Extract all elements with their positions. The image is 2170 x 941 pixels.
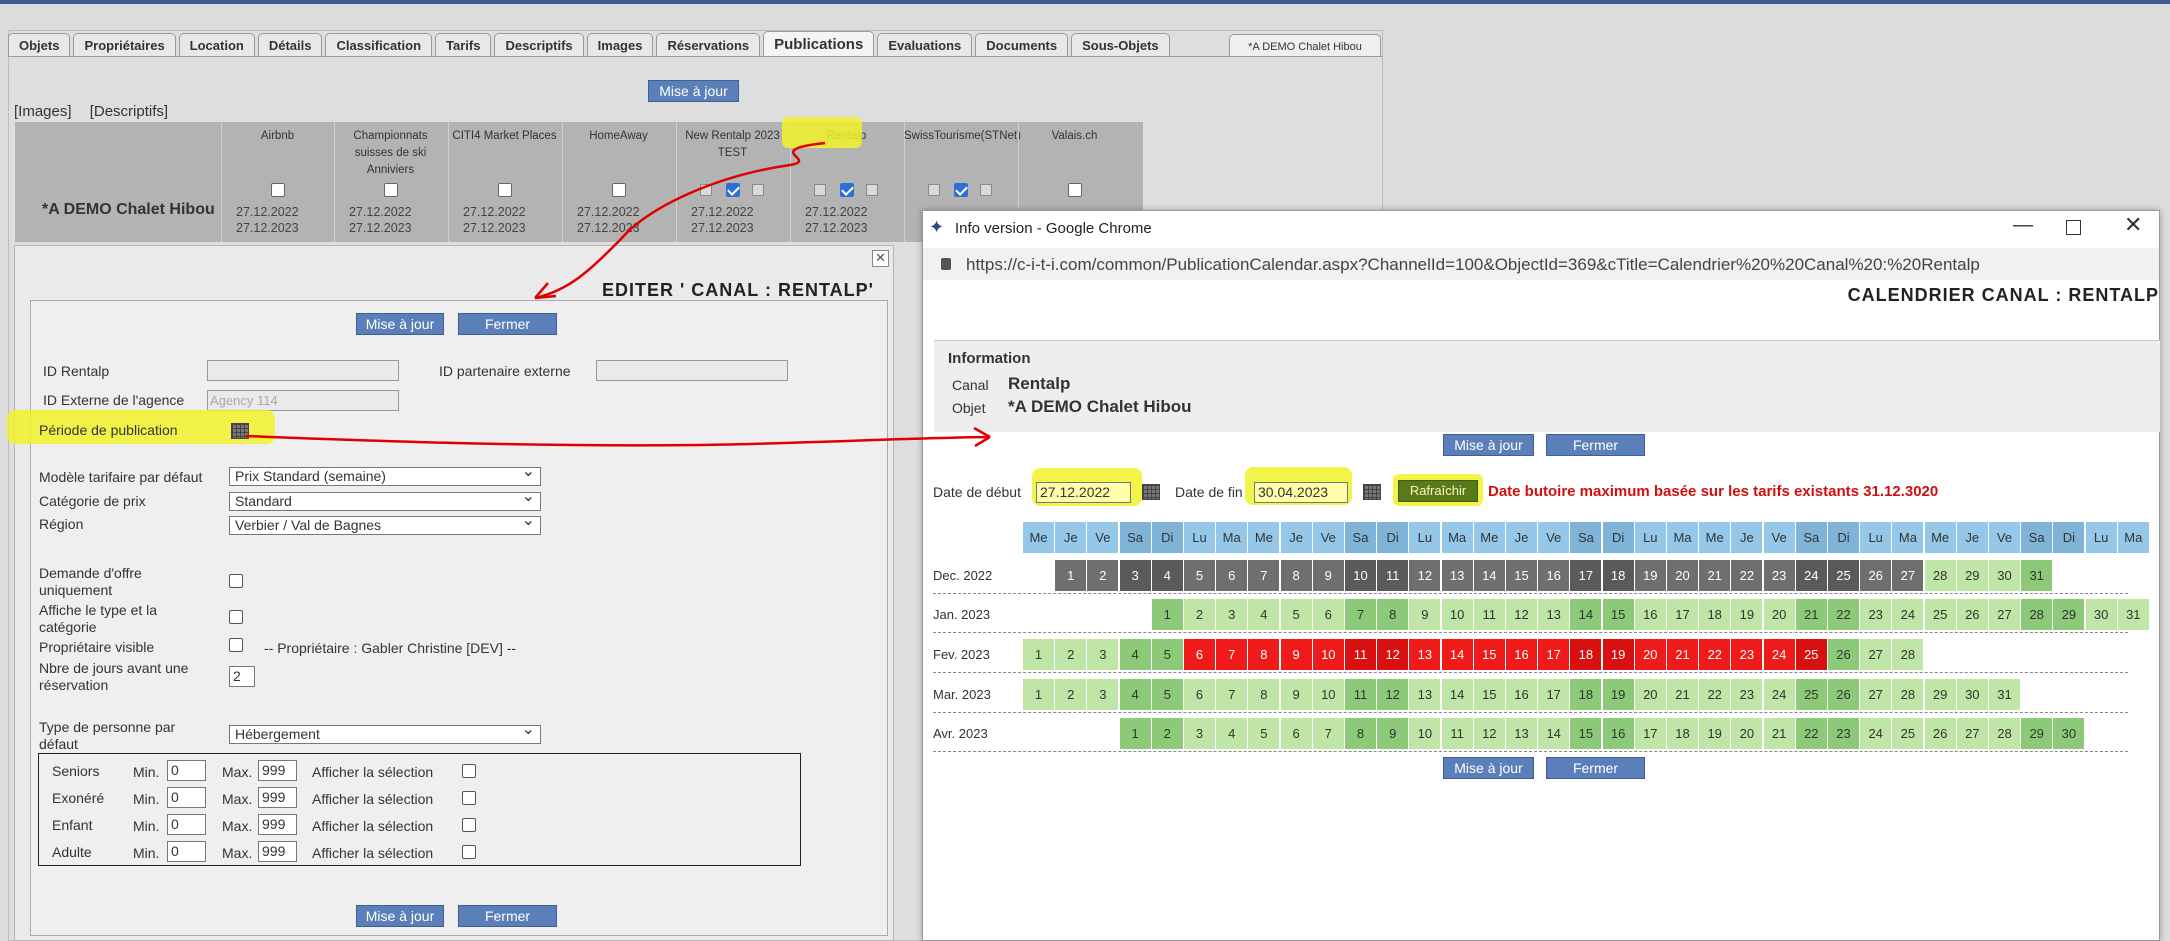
arrow-rentalp-to-editor bbox=[534, 141, 826, 300]
arrow-period-to-calendar bbox=[245, 434, 991, 447]
arrow-head-editor bbox=[534, 282, 557, 300]
annotation-arrows bbox=[245, 141, 991, 448]
